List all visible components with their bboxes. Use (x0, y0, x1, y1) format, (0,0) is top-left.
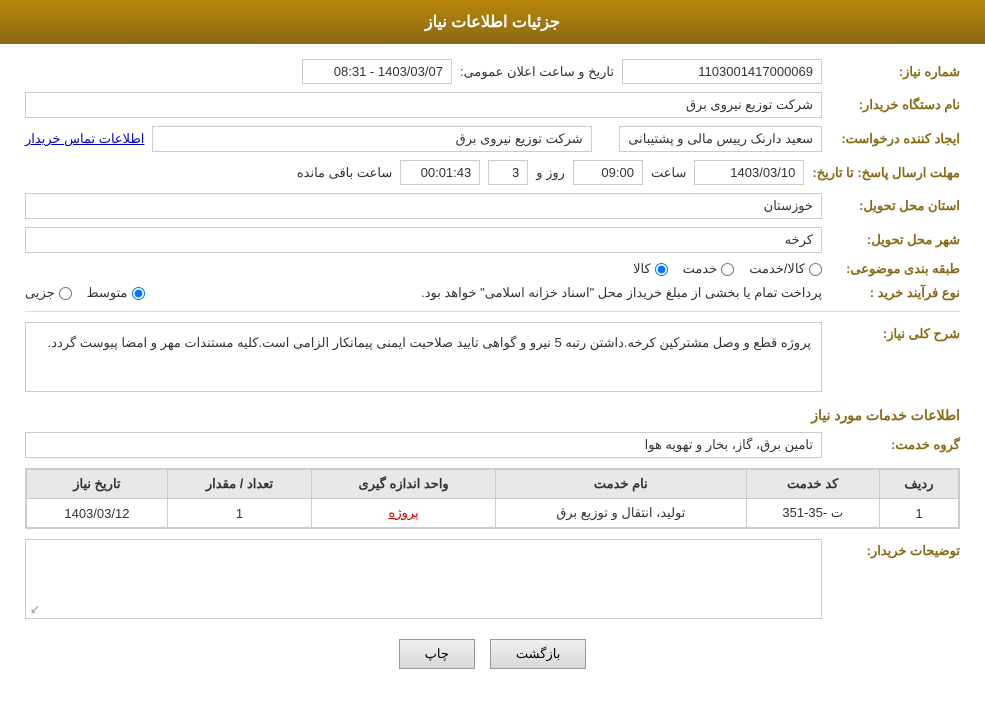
process-motavasset-label: متوسط (87, 285, 128, 301)
process-jozi-radio[interactable] (59, 287, 72, 300)
requester-org-value: شرکت توزیع نیروی برق (25, 92, 822, 118)
process-jozi-item[interactable]: جزیی (25, 285, 72, 301)
content-area: شماره نیاز: 1103001417000069 تاریخ و ساع… (0, 44, 985, 704)
buyer-notes-section: توضیحات خریدار: (25, 539, 960, 619)
cell-qty: 1 (167, 499, 311, 528)
deadline-date: 1403/03/10 (694, 160, 804, 185)
need-number-row: شماره نیاز: 1103001417000069 تاریخ و ساع… (25, 59, 960, 84)
category-kala-khedmat-radio[interactable] (809, 263, 822, 276)
category-kala-khedmat-label: کالا/خدمت (749, 261, 805, 277)
deadline-label: مهلت ارسال پاسخ: تا تاریخ: (812, 165, 960, 181)
process-label: نوع فرآیند خرید : (830, 285, 960, 301)
category-kala-label: کالا (633, 261, 651, 277)
print-button[interactable]: چاپ (399, 639, 475, 669)
col-code: کد خدمت (746, 470, 879, 499)
page-title: جزئیات اطلاعات نیاز (425, 14, 560, 31)
process-motavasset-radio[interactable] (132, 287, 145, 300)
category-row: طبقه بندی موضوعی: کالا/خدمت خدمت کالا (25, 261, 960, 277)
cell-code: ت -35-351 (746, 499, 879, 528)
process-row: نوع فرآیند خرید : پرداخت تمام یا بخشی از… (25, 285, 960, 301)
cell-unit: پروژه (312, 499, 496, 528)
category-kala-khedmat-item[interactable]: کالا/خدمت (749, 261, 822, 277)
services-table: ردیف کد خدمت نام خدمت واحد اندازه گیری ت… (26, 469, 959, 528)
description-section: شرح کلی نیاز: پروژه قطع و وصل مشترکین کر… (25, 322, 960, 392)
col-radif: ردیف (879, 470, 958, 499)
col-qty: تعداد / مقدار (167, 470, 311, 499)
city-label: شهر محل تحویل: (830, 232, 960, 248)
deadline-time: 09:00 (573, 160, 643, 185)
creator-label: ایجاد کننده درخواست: (830, 131, 960, 147)
col-name: نام خدمت (496, 470, 747, 499)
category-khedmat-item[interactable]: خدمت (683, 261, 735, 277)
col-date: تاریخ نیاز (27, 470, 168, 499)
col-unit: واحد اندازه گیری (312, 470, 496, 499)
buyer-notes-area (25, 539, 822, 619)
back-button[interactable]: بازگشت (490, 639, 586, 669)
category-radio-group: کالا/خدمت خدمت کالا (25, 261, 822, 277)
process-note: پرداخت تمام یا بخشی از مبلغ خریداز محل "… (160, 285, 822, 301)
need-number-label: شماره نیاز: (830, 64, 960, 80)
deadline-row: مهلت ارسال پاسخ: تا تاریخ: 1403/03/10 سا… (25, 160, 960, 185)
creator-row: ایجاد کننده درخواست: سعید دارنک رییس مال… (25, 126, 960, 152)
divider-1 (25, 311, 960, 312)
deadline-days-label: روز و (536, 165, 565, 181)
category-khedmat-radio[interactable] (721, 263, 734, 276)
city-row: شهر محل تحویل: کرخه (25, 227, 960, 253)
services-table-wrapper: ردیف کد خدمت نام خدمت واحد اندازه گیری ت… (25, 468, 960, 529)
service-group-row: گروه خدمت: تامین برق، گاز، بخار و تهویه … (25, 432, 960, 458)
requester-org-label: نام دستگاه خریدار: (830, 97, 960, 113)
service-group-label: گروه خدمت: (830, 437, 960, 453)
process-jozi-label: جزیی (25, 285, 55, 301)
buyer-notes-label: توضیحات خریدار: (830, 543, 960, 559)
requester-org-row: نام دستگاه خریدار: شرکت توزیع نیروی برق (25, 92, 960, 118)
page-header: جزئیات اطلاعات نیاز (0, 0, 985, 44)
category-khedmat-label: خدمت (683, 261, 718, 277)
remaining-time: 00:01:43 (400, 160, 480, 185)
creator-value: شرکت توزیع نیروی برق (152, 126, 591, 152)
service-group-value: تامین برق، گاز، بخار و تهویه هوا (25, 432, 822, 458)
province-label: استان محل تحویل: (830, 198, 960, 214)
category-kala-radio[interactable] (655, 263, 668, 276)
city-value: کرخه (25, 227, 822, 253)
cell-date: 1403/03/12 (27, 499, 168, 528)
announce-value: 1403/03/07 - 08:31 (302, 59, 452, 84)
need-number-value: 1103001417000069 (622, 59, 822, 84)
description-label: شرح کلی نیاز: (830, 326, 960, 342)
deadline-time-label: ساعت (651, 165, 686, 181)
table-row: 1 ت -35-351 تولید، انتقال و توزیع برق پر… (27, 499, 959, 528)
process-radio-group: پرداخت تمام یا بخشی از مبلغ خریداز محل "… (25, 285, 822, 301)
process-motavasset-item[interactable]: متوسط (87, 285, 145, 301)
category-kala-item[interactable]: کالا (633, 261, 668, 277)
creator-detail: سعید دارنک رییس مالی و پشتیبانی (619, 126, 822, 152)
category-label: طبقه بندی موضوعی: (830, 261, 960, 277)
deadline-days: 3 (488, 160, 528, 185)
button-row: بازگشت چاپ (25, 639, 960, 669)
remaining-label: ساعت باقی مانده (297, 165, 392, 181)
services-section-label: اطلاعات خدمات مورد نیاز (25, 407, 960, 424)
table-header-row: ردیف کد خدمت نام خدمت واحد اندازه گیری ت… (27, 470, 959, 499)
description-text: پروژه قطع و وصل مشترکین کرخه.داشتن رتبه … (25, 322, 822, 392)
page-wrapper: جزئیات اطلاعات نیاز شماره نیاز: 11030014… (0, 0, 985, 704)
cell-name: تولید، انتقال و توزیع برق (496, 499, 747, 528)
province-row: استان محل تحویل: خوزستان (25, 193, 960, 219)
cell-radif: 1 (879, 499, 958, 528)
contact-link[interactable]: اطلاعات تماس خریدار (25, 131, 144, 147)
province-value: خوزستان (25, 193, 822, 219)
announce-label: تاریخ و ساعت اعلان عمومی: (460, 64, 614, 80)
